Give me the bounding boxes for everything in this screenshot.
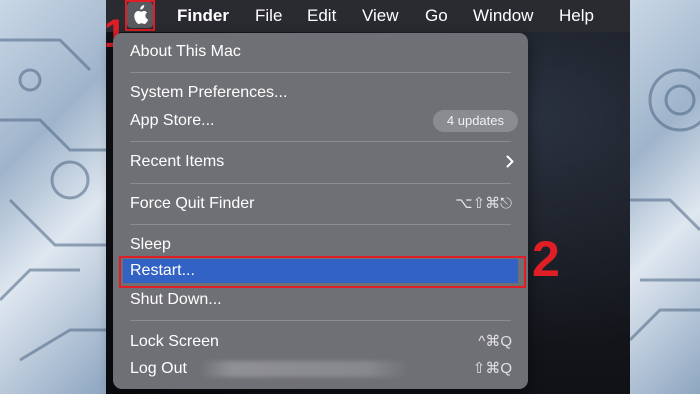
- apple-menu-highlight-box: [125, 0, 155, 31]
- menu-separator: [130, 183, 511, 184]
- chevron-right-icon: [506, 155, 514, 168]
- menu-separator: [130, 141, 511, 142]
- menu-item-label: Lock Screen: [130, 333, 219, 350]
- menu-item-label: Log Out: [130, 360, 187, 377]
- menu-item-recent-items[interactable]: Recent Items: [123, 150, 518, 174]
- menu-item-system-preferences[interactable]: System Preferences...: [123, 81, 518, 105]
- apple-menu-dropdown: About This Mac System Preferences... App…: [113, 33, 528, 389]
- menu-item-label: System Preferences...: [130, 84, 288, 101]
- desktop-wallpaper-right: [630, 0, 700, 394]
- menu-help[interactable]: Help: [559, 6, 594, 26]
- menu-item-about-this-mac[interactable]: About This Mac: [123, 40, 518, 64]
- menu-go[interactable]: Go: [425, 6, 448, 26]
- menu-item-label: Sleep: [130, 236, 171, 253]
- keyboard-shortcut: ⌥⇧⌘⎋: [455, 195, 512, 212]
- menu-view[interactable]: View: [362, 6, 399, 26]
- menu-item-log-out[interactable]: Log Out ⇧⌘Q: [123, 357, 518, 381]
- menu-edit[interactable]: Edit: [307, 6, 336, 26]
- updates-badge: 4 updates: [432, 110, 518, 132]
- blurred-username: [199, 361, 409, 377]
- menu-item-label: Shut Down...: [130, 291, 222, 308]
- menu-separator: [130, 224, 511, 225]
- menu-item-label: About This Mac: [130, 43, 241, 60]
- menu-finder[interactable]: Finder: [177, 6, 229, 26]
- desktop-wallpaper-left: [0, 0, 106, 394]
- menu-item-sleep[interactable]: Sleep: [123, 233, 518, 257]
- step-2-label: 2: [532, 231, 560, 287]
- keyboard-shortcut: ^⌘Q: [478, 333, 512, 350]
- menu-window[interactable]: Window: [473, 6, 533, 26]
- menu-item-label: Recent Items: [130, 153, 225, 170]
- menu-item-force-quit-finder[interactable]: Force Quit Finder ⌥⇧⌘⎋: [123, 192, 518, 216]
- menu-item-label: App Store...: [130, 112, 215, 129]
- restart-highlight-box: [119, 256, 526, 288]
- menu-item-label: Force Quit Finder: [130, 195, 255, 212]
- menu-item-shut-down[interactable]: Shut Down...: [123, 288, 518, 312]
- menu-file[interactable]: File: [255, 6, 282, 26]
- keyboard-shortcut: ⇧⌘Q: [472, 360, 512, 377]
- menu-item-lock-screen[interactable]: Lock Screen ^⌘Q: [123, 330, 518, 354]
- menu-item-app-store[interactable]: App Store... 4 updates: [123, 109, 518, 133]
- menu-separator: [130, 320, 511, 321]
- menu-separator: [130, 72, 511, 73]
